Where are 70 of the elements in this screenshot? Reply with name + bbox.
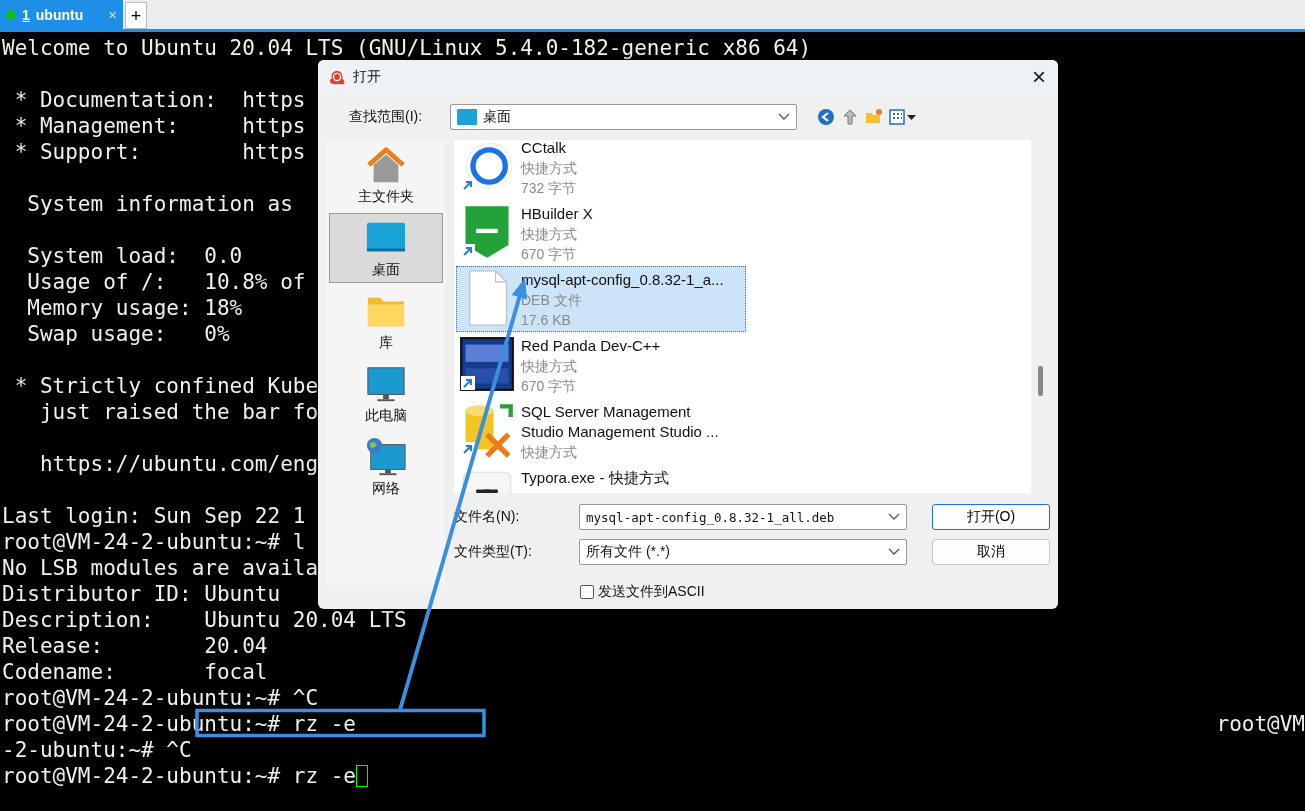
terminal-line: * Management: https xyxy=(13,117,306,135)
file-type: 快捷方式 xyxy=(521,357,578,376)
open-button[interactable]: 打开(O) xyxy=(932,504,1050,530)
look-in-dropdown[interactable]: 桌面 xyxy=(450,104,797,130)
terminal-line: Distributor ID: Ubuntu xyxy=(2,585,281,603)
desktop-icon xyxy=(457,109,477,125)
file-name: mysql-apt-config_0.8.32-1_a... xyxy=(521,270,724,290)
file-type: 快捷方式 xyxy=(521,159,577,178)
terminal-line: just raised the bar fo xyxy=(38,403,319,421)
new-tab-button[interactable]: + xyxy=(125,2,147,29)
place-item[interactable]: 主文件夹 xyxy=(329,140,443,210)
terminal-line: Last login: Sun Sep 22 1 xyxy=(2,507,306,525)
terminal-line: Usage of /: 10.8% of xyxy=(26,273,306,291)
file-size: 670 字节 xyxy=(521,377,578,396)
file-type-dropdown[interactable]: 所有文件 (*.*) xyxy=(579,539,907,565)
terminal-line: -2-ubuntu:~# ^C xyxy=(2,741,192,759)
file-type: 快捷方式 xyxy=(521,443,578,462)
checkbox[interactable] xyxy=(580,585,594,599)
terminal-line: root@VM-24-2-ubuntu:~# ^C xyxy=(2,689,319,707)
chevron-icon xyxy=(888,548,900,556)
file-name: Red Panda Dev-C++ xyxy=(521,336,661,356)
terminal-line: * Support: https xyxy=(13,143,306,161)
terminal-line: root@VM-24-2-ubuntu:~# l xyxy=(2,533,306,551)
terminal-line: root@VM xyxy=(1216,715,1305,733)
place-item[interactable]: 此电脑 xyxy=(329,359,443,429)
file-type-label: 文件类型(T): xyxy=(454,543,533,561)
dialog-title: 打开 xyxy=(353,67,382,86)
terminal-line: Welcome to Ubuntu 20.04 LTS (GNU/Linux 5.4.0-182-generic x86 64) xyxy=(2,39,812,57)
terminal-line: Memory usage: 18% xyxy=(26,299,243,317)
terminal-line: root@VM-24-2-ubuntu:~# rz -e xyxy=(2,767,356,785)
file-name: HBuilder X xyxy=(521,204,593,224)
place-item[interactable]: 库 xyxy=(329,286,443,356)
file-size: 17.6 KB xyxy=(521,311,572,330)
terminal-line: Swap usage: 0% xyxy=(26,325,230,343)
chevron-icon xyxy=(888,513,900,521)
status-dot-icon xyxy=(6,9,16,20)
close-icon[interactable]: × xyxy=(1032,62,1046,91)
file-size: 670 字节 xyxy=(521,245,578,264)
terminal-line: Description: Ubuntu 20.04 LTS xyxy=(2,611,407,629)
terminal-line: System load: 0.0 xyxy=(26,247,243,265)
up-folder-icon[interactable] xyxy=(841,108,859,126)
terminal-line: * Strictly confined Kube xyxy=(13,377,319,395)
network-icon xyxy=(365,436,407,478)
terminal-line: * Documentation: https xyxy=(13,91,306,109)
terminal-line: System information as xyxy=(26,195,293,213)
file-name-field[interactable]: mysql-apt-config_0.8.32-1_all.deb xyxy=(579,504,907,530)
file-item[interactable]: HBuilder X 快捷方式 670 字节 xyxy=(456,200,746,266)
terminal-line: Release: 20.04 xyxy=(2,637,268,655)
tab-label: ubuntu xyxy=(35,6,85,23)
ascii-label: 发送文件到ASCII xyxy=(598,583,705,601)
file-item[interactable]: Red Panda Dev-C++ 快捷方式 670 字节 xyxy=(456,332,746,398)
back-icon[interactable] xyxy=(817,108,835,126)
tab-number: 1 xyxy=(22,6,30,23)
file-name: CCtalk xyxy=(521,140,567,158)
look-in-label: 查找范围(I): xyxy=(349,108,424,126)
file-name: SQL Server Management Studio Management Studio ... xyxy=(521,402,719,442)
file-name: Typora.exe - 快捷方式 xyxy=(521,468,669,488)
view-menu-icon[interactable] xyxy=(889,109,917,125)
file-size: 732 字节 xyxy=(521,179,577,198)
place-item[interactable]: 网络 xyxy=(329,432,443,502)
terminal-line: https://ubuntu.com/eng xyxy=(38,455,319,473)
chevron-icon xyxy=(778,113,790,121)
terminal-line: No LSB modules are availa xyxy=(2,559,319,577)
file-item[interactable]: CCtalk 快捷方式 732 字节 xyxy=(456,140,746,200)
cancel-button[interactable]: 取消 xyxy=(932,539,1050,565)
place-item[interactable]: 桌面 xyxy=(329,213,443,283)
scrollbar-thumb[interactable] xyxy=(1038,366,1043,396)
file-type: 快捷方式 xyxy=(521,225,578,244)
file-item[interactable]: Typora.exe - 快捷方式 xyxy=(456,464,746,493)
terminal-line: Codename: focal xyxy=(2,663,268,681)
